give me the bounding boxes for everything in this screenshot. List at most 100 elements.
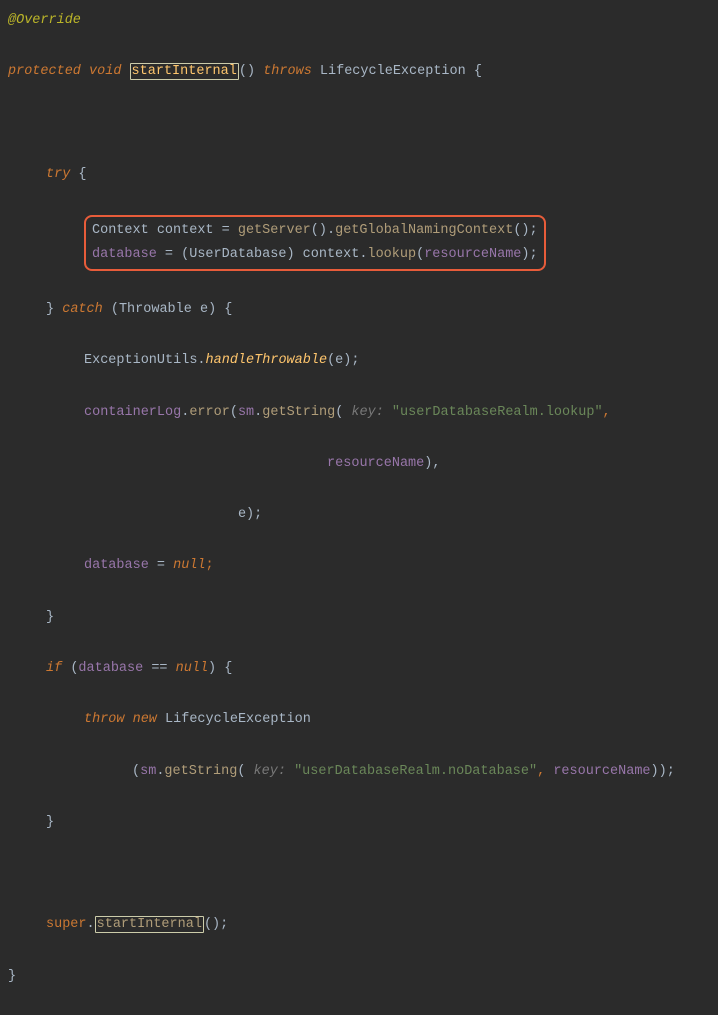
op-eq: = ( bbox=[157, 247, 189, 262]
punc: ) bbox=[286, 247, 302, 262]
punc: ) { bbox=[208, 302, 232, 317]
paren-open: ( bbox=[111, 302, 119, 317]
kw-catch: catch bbox=[62, 302, 103, 317]
field-database: database bbox=[78, 661, 143, 676]
code-line: Context context = getServer().getGlobalN… bbox=[92, 219, 538, 243]
blank-line bbox=[8, 861, 718, 887]
punc: (); bbox=[204, 917, 228, 932]
punc: ); bbox=[521, 247, 537, 262]
field-resourcename: resourceName bbox=[424, 247, 521, 262]
param-hint-key: key: bbox=[245, 764, 294, 779]
pad bbox=[84, 456, 327, 471]
field-database: database bbox=[84, 558, 149, 573]
kw-super: super bbox=[46, 917, 87, 932]
dot: . bbox=[197, 353, 205, 368]
fn-startInternal: startInternal bbox=[130, 63, 239, 80]
punc: )); bbox=[651, 764, 675, 779]
pad bbox=[84, 507, 238, 522]
code-line: ExceptionUtils.handleThrowable(e); bbox=[8, 348, 718, 374]
brace-open: { bbox=[474, 64, 482, 79]
type-userdatabase: UserDatabase bbox=[189, 247, 286, 262]
dot: . bbox=[87, 917, 95, 932]
string-literal: "userDatabaseRealm.lookup" bbox=[392, 405, 603, 420]
brace-close: } bbox=[46, 815, 54, 830]
field-containerlog: containerLog bbox=[84, 405, 181, 420]
type-lifecycleexception: LifecycleException bbox=[165, 712, 311, 727]
kw-throw-new: throw new bbox=[84, 712, 157, 727]
highlighted-block: Context context = getServer().getGlobalN… bbox=[8, 213, 718, 271]
highlight-box: Context context = getServer().getGlobalN… bbox=[84, 215, 546, 271]
op-eq: = bbox=[214, 223, 238, 238]
code-block: @Override protected void startInternal()… bbox=[8, 8, 718, 1015]
kw-if: if bbox=[46, 661, 62, 676]
comma: , bbox=[537, 764, 553, 779]
annotation-override: @Override bbox=[8, 13, 81, 28]
code-line: } bbox=[8, 605, 718, 631]
kw-void: void bbox=[89, 64, 121, 79]
call-getstring: getString bbox=[262, 405, 335, 420]
var-context: context bbox=[303, 247, 360, 262]
code-line: database = null; bbox=[8, 553, 718, 579]
punc: ) { bbox=[208, 661, 232, 676]
paren-open: ( bbox=[416, 247, 424, 262]
punc: ), bbox=[424, 456, 440, 471]
field-resourcename: resourceName bbox=[553, 764, 650, 779]
call-error: error bbox=[189, 405, 230, 420]
param-hint-key: key: bbox=[343, 405, 392, 420]
code-line: database = (UserDatabase) context.lookup… bbox=[92, 243, 538, 267]
dot: . bbox=[156, 764, 164, 779]
brace-close: } bbox=[46, 610, 54, 625]
op-eq: = bbox=[149, 558, 173, 573]
paren-open: ( bbox=[132, 764, 140, 779]
kw-null: null bbox=[176, 661, 208, 676]
call-lookup: lookup bbox=[367, 247, 416, 262]
var-context: context bbox=[157, 223, 214, 238]
punc: (); bbox=[513, 223, 537, 238]
code-line: } bbox=[8, 964, 718, 990]
fn-handlethrowable: handleThrowable bbox=[206, 353, 328, 368]
field-sm: sm bbox=[140, 764, 156, 779]
type-exceptionutils: ExceptionUtils bbox=[84, 353, 197, 368]
punc: ); bbox=[343, 353, 359, 368]
kw-throws: throws bbox=[263, 64, 312, 79]
code-line: (sm.getString( key: "userDatabaseRealm.n… bbox=[8, 759, 718, 785]
blank-line bbox=[8, 111, 718, 137]
call-getglobalnamingcontext: getGlobalNamingContext bbox=[335, 223, 513, 238]
code-line: protected void startInternal() throws Li… bbox=[8, 59, 718, 85]
fn-startinternal: startInternal bbox=[95, 916, 204, 933]
call-getserver: getServer bbox=[238, 223, 311, 238]
call-getstring: getString bbox=[164, 764, 237, 779]
punc: (). bbox=[311, 223, 335, 238]
parens: () bbox=[239, 64, 255, 79]
brace-open: { bbox=[78, 167, 86, 182]
code-line: } bbox=[8, 810, 718, 836]
code-line: @Override bbox=[8, 8, 718, 34]
var-e: e bbox=[200, 302, 208, 317]
paren-open: ( bbox=[327, 353, 335, 368]
type-context: Context bbox=[92, 223, 149, 238]
field-database: database bbox=[92, 247, 157, 262]
type-throwable: Throwable bbox=[119, 302, 192, 317]
semicolon: ; bbox=[206, 558, 214, 573]
string-literal: "userDatabaseRealm.noDatabase" bbox=[294, 764, 537, 779]
kw-try: try bbox=[46, 167, 70, 182]
field-resourcename: resourceName bbox=[327, 456, 424, 471]
code-line: containerLog.error(sm.getString( key: "u… bbox=[8, 400, 718, 426]
paren-open: ( bbox=[237, 764, 245, 779]
paren-open: ( bbox=[70, 661, 78, 676]
comma: , bbox=[603, 405, 611, 420]
kw-null: null bbox=[173, 558, 205, 573]
code-line: e); bbox=[8, 502, 718, 528]
punc: ); bbox=[246, 507, 262, 522]
code-line: super.startInternal(); bbox=[8, 912, 718, 938]
code-line: } catch (Throwable e) { bbox=[8, 297, 718, 323]
paren-open: ( bbox=[230, 405, 238, 420]
kw-protected: protected bbox=[8, 64, 81, 79]
brace-close: } bbox=[46, 302, 54, 317]
code-line: resourceName), bbox=[8, 451, 718, 477]
type-lifecycleexception: LifecycleException bbox=[320, 64, 466, 79]
code-line: throw new LifecycleException bbox=[8, 707, 718, 733]
code-line: try { bbox=[8, 162, 718, 188]
field-sm: sm bbox=[238, 405, 254, 420]
code-line: if (database == null) { bbox=[8, 656, 718, 682]
